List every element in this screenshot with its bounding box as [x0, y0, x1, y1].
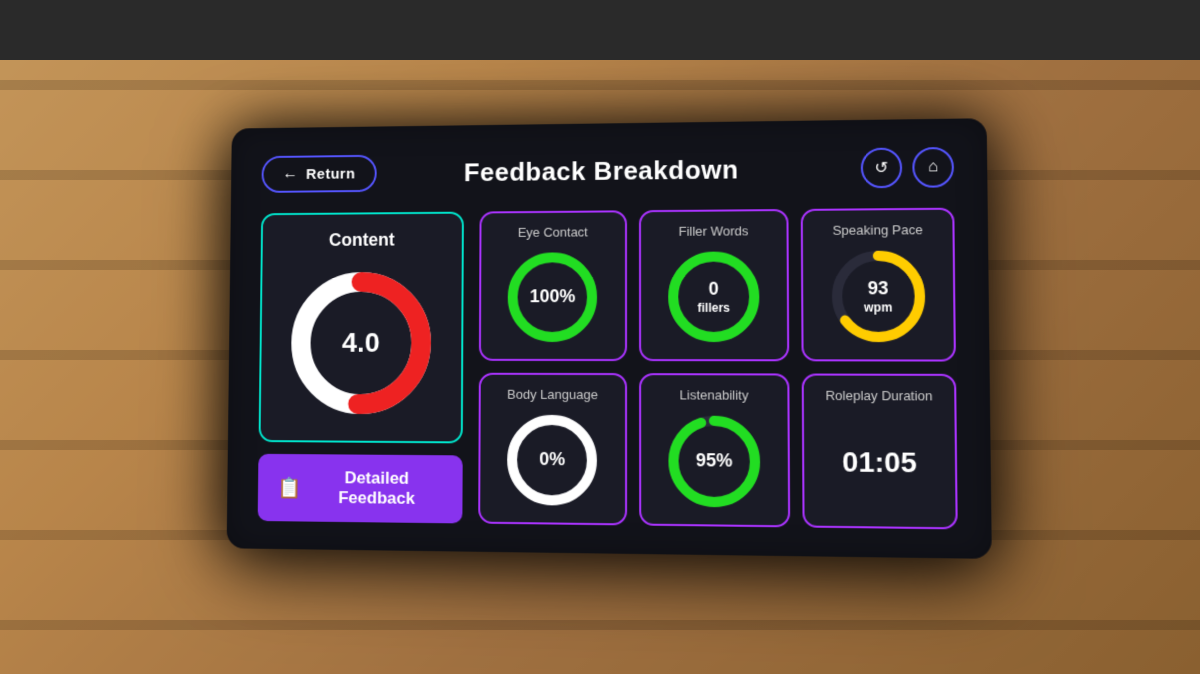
refresh-button[interactable]: ↺ — [861, 148, 903, 189]
content-label: Content — [329, 230, 395, 251]
eye-contact-value: 100% — [530, 286, 576, 308]
main-content: Content 4.0 📋 — [258, 208, 958, 530]
speaking-pace-value: 93wpm — [864, 278, 893, 315]
content-score: 4.0 — [342, 327, 380, 359]
header: ← Return Feedback Breakdown ↺ ⌂ — [261, 147, 954, 194]
eye-contact-label: Eye Contact — [518, 225, 588, 240]
detailed-feedback-label: Detailed Feedback — [311, 468, 443, 509]
metric-card-roleplay-duration: Roleplay Duration 01:05 — [802, 374, 958, 530]
filler-words-label: Filler Words — [679, 223, 749, 238]
return-label: Return — [306, 165, 355, 182]
listenability-label: Listenability — [679, 387, 748, 402]
monitor-wrapper: ← Return Feedback Breakdown ↺ ⌂ Content — [220, 122, 980, 552]
page-title: Feedback Breakdown — [464, 154, 739, 188]
refresh-icon: ↺ — [874, 158, 888, 178]
body-language-value: 0% — [539, 449, 565, 471]
roleplay-duration-value: 01:05 — [842, 446, 917, 479]
return-button[interactable]: ← Return — [261, 155, 376, 193]
roleplay-duration-label: Roleplay Duration — [825, 388, 932, 404]
body-language-label: Body Language — [507, 387, 598, 402]
home-icon: ⌂ — [928, 158, 938, 176]
detailed-feedback-button[interactable]: 📋 Detailed Feedback — [258, 454, 463, 524]
return-arrow-icon: ← — [283, 165, 299, 183]
content-donut: 4.0 — [283, 264, 439, 422]
listenability-value: 95% — [696, 450, 733, 472]
speaking-pace-label: Speaking Pace — [832, 222, 922, 238]
body-language-donut: 0% — [502, 410, 602, 511]
feedback-icon: 📋 — [277, 475, 301, 500]
metrics-grid: Eye Contact 100% Filler Words — [478, 208, 958, 530]
home-button[interactable]: ⌂ — [912, 147, 954, 188]
metric-card-listenability: Listenability 95% — [639, 373, 791, 527]
metric-card-filler-words: Filler Words 0fillers — [639, 209, 790, 361]
left-panel: Content 4.0 📋 — [258, 212, 464, 524]
metric-card-speaking-pace: Speaking Pace 93wpm — [801, 208, 956, 362]
header-icons: ↺ ⌂ — [861, 147, 954, 188]
metric-card-body-language: Body Language 0% — [478, 373, 627, 526]
listenability-donut: 95% — [663, 410, 765, 512]
eye-contact-donut: 100% — [503, 247, 602, 347]
metric-card-eye-contact: Eye Contact 100% — [479, 210, 627, 361]
speaking-pace-donut: 93wpm — [826, 245, 930, 347]
content-card: Content 4.0 — [259, 212, 464, 444]
filler-words-donut: 0fillers — [663, 246, 765, 347]
ceiling — [0, 0, 1200, 60]
monitor: ← Return Feedback Breakdown ↺ ⌂ Content — [227, 118, 992, 559]
filler-words-value: 0fillers — [697, 279, 730, 315]
